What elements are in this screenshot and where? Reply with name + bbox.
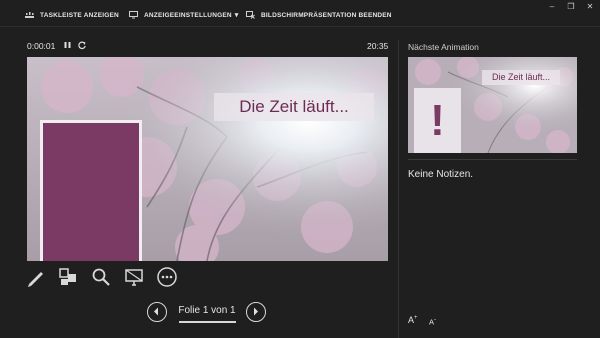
- screen-icon: [125, 269, 143, 286]
- next-arrow-icon: [254, 307, 258, 316]
- chevron-down-icon: ▾: [234, 12, 239, 19]
- minimize-button[interactable]: –: [547, 2, 557, 12]
- slides-grid-icon: [59, 268, 76, 285]
- exclamation-icon: !: [430, 96, 445, 145]
- slide-shape: [43, 123, 139, 261]
- next-slide-button[interactable]: [246, 302, 266, 322]
- pause-icon[interactable]: [63, 40, 72, 50]
- slide-counter-underline: [179, 321, 236, 323]
- zoom-button[interactable]: [90, 266, 112, 288]
- display-settings-icon: [129, 11, 138, 19]
- slide-counter[interactable]: Folie 1 von 1: [173, 305, 241, 316]
- increase-font-button[interactable]: A+: [408, 315, 418, 325]
- zoom-icon: [92, 268, 110, 286]
- current-time: 20:35: [367, 41, 389, 51]
- toolbar-divider: [0, 26, 600, 27]
- close-button[interactable]: ✕: [585, 2, 595, 12]
- show-taskbar-label: TASKLEISTE ANZEIGEN: [40, 11, 119, 19]
- current-slide[interactable]: Die Zeit läuft...: [27, 57, 388, 261]
- speaker-notes: Keine Notizen.: [408, 169, 474, 180]
- taskbar-icon: [25, 12, 34, 18]
- show-taskbar-button[interactable]: TASKLEISTE ANZEIGEN: [25, 8, 119, 22]
- next-animation-label: Nächste Animation: [408, 42, 479, 52]
- pen-icon: [28, 272, 43, 287]
- pen-tool-button[interactable]: [25, 266, 47, 288]
- end-show-icon: [246, 11, 255, 19]
- display-settings-label: ANZEIGEEINSTELLUNGEN: [144, 11, 232, 19]
- elapsed-timer: 0:00:01: [27, 41, 56, 51]
- black-screen-button[interactable]: [123, 266, 145, 288]
- see-all-slides-button[interactable]: [57, 266, 79, 288]
- decrease-font-button[interactable]: A-: [429, 317, 436, 327]
- display-settings-button[interactable]: ANZEIGEEINSTELLUNGEN ▾: [129, 8, 239, 22]
- notes-divider: [408, 159, 577, 160]
- next-animation-preview[interactable]: Die Zeit läuft... !: [408, 57, 577, 153]
- preview-title: Die Zeit läuft...: [491, 72, 551, 82]
- restore-button[interactable]: ❐: [566, 2, 576, 12]
- previous-slide-button[interactable]: [147, 302, 167, 322]
- restart-timer-icon[interactable]: [77, 40, 87, 50]
- more-icon: [157, 267, 177, 287]
- more-options-button[interactable]: [156, 266, 178, 288]
- previous-arrow-icon: [154, 307, 158, 316]
- panel-divider: [398, 40, 399, 338]
- end-slideshow-label: BILDSCHIRMPRÄSENTATION BEENDEN: [261, 11, 392, 19]
- end-slideshow-button[interactable]: BILDSCHIRMPRÄSENTATION BEENDEN: [246, 8, 392, 22]
- slide-title: Die Zeit läuft...: [239, 97, 349, 116]
